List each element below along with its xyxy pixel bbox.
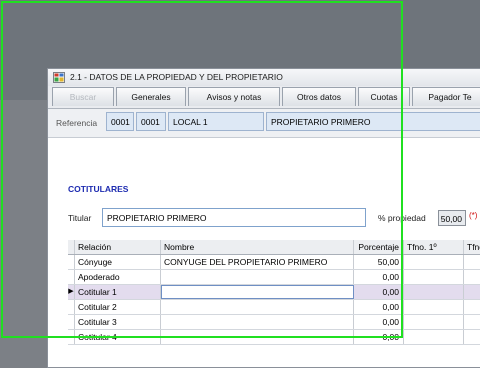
tab-bar: Buscar Generales Avisos y notas Otros da…	[48, 86, 480, 109]
row-marker	[68, 270, 75, 284]
column-header-nombre[interactable]: Nombre	[161, 240, 354, 254]
row-marker-header	[68, 240, 75, 254]
tab-otros-datos[interactable]: Otros datos	[282, 87, 356, 106]
cell-telefono-2[interactable]	[464, 255, 480, 269]
table-row[interactable]: Cotitular 2 0,00	[68, 300, 480, 315]
cell-porcentaje[interactable]: 0,00	[354, 285, 404, 299]
table-row[interactable]: Cotitular 3 0,00	[68, 315, 480, 330]
title-bar: 2.1 - DATOS DE LA PROPIEDAD Y DEL PROPIE…	[48, 69, 480, 87]
reference-owner[interactable]: PROPIETARIO PRIMERO	[266, 112, 480, 131]
current-row-arrow-icon: ▶	[68, 285, 75, 299]
cell-nombre-editing[interactable]	[161, 285, 354, 299]
cell-telefono-2[interactable]	[464, 270, 480, 284]
row-marker	[68, 255, 75, 269]
cell-telefono-1[interactable]	[404, 255, 464, 269]
tab-generales[interactable]: Generales	[116, 87, 186, 106]
cell-telefono-1[interactable]	[404, 270, 464, 284]
tab-cuotas[interactable]: Cuotas	[358, 87, 410, 106]
cell-nombre[interactable]	[161, 330, 354, 344]
ownership-percent-field[interactable]: 50,00	[438, 210, 466, 226]
cell-porcentaje[interactable]: 0,00	[354, 315, 404, 329]
cell-nombre[interactable]: CONYUGE DEL PROPIETARIO PRIMERO	[161, 255, 354, 269]
cell-telefono-2[interactable]	[464, 300, 480, 314]
cell-relacion[interactable]: Cónyuge	[75, 255, 161, 269]
row-marker	[68, 300, 75, 314]
cell-telefono-2[interactable]	[464, 315, 480, 329]
cell-relacion[interactable]: Cotitular 2	[75, 300, 161, 314]
table-row[interactable]: Apoderado 0,00	[68, 270, 480, 285]
row-marker	[68, 315, 75, 329]
cell-porcentaje[interactable]: 50,00	[354, 255, 404, 269]
window-title: 2.1 - DATOS DE LA PROPIEDAD Y DEL PROPIE…	[70, 72, 283, 82]
cell-relacion[interactable]: Apoderado	[75, 270, 161, 284]
cell-nombre[interactable]	[161, 315, 354, 329]
reference-code-1[interactable]: 0001	[106, 112, 134, 131]
cell-porcentaje[interactable]: 0,00	[354, 330, 404, 344]
cell-relacion[interactable]: Cotitular 4	[75, 330, 161, 344]
reference-bar: Referencia 0001 0001 LOCAL 1 PROPIETARIO…	[48, 109, 480, 138]
cell-telefono-1[interactable]	[404, 330, 464, 344]
property-owner-window: 2.1 - DATOS DE LA PROPIEDAD Y DEL PROPIE…	[47, 68, 480, 368]
section-title-cotitulares: COTITULARES	[68, 184, 129, 194]
ownership-percent-label: % propiedad	[378, 213, 426, 223]
column-header-relacion[interactable]: Relación	[75, 240, 161, 254]
tab-buscar: Buscar	[52, 87, 114, 106]
table-row[interactable]: Cotitular 4 0,00	[68, 330, 480, 345]
reference-property[interactable]: LOCAL 1	[168, 112, 264, 131]
row-marker	[68, 330, 75, 344]
column-header-telefono-1[interactable]: Tfno. 1º	[404, 240, 464, 254]
column-header-porcentaje[interactable]: Porcentaje	[354, 240, 404, 254]
table-row[interactable]: Cónyuge CONYUGE DEL PROPIETARIO PRIMERO …	[68, 255, 480, 270]
cell-telefono-2[interactable]	[464, 285, 480, 299]
cell-porcentaje[interactable]: 0,00	[354, 270, 404, 284]
cell-nombre[interactable]	[161, 270, 354, 284]
cell-nombre[interactable]	[161, 300, 354, 314]
grid-header-row: Relación Nombre Porcentaje Tfno. 1º Tfno	[68, 240, 480, 255]
cotitulares-grid: Relación Nombre Porcentaje Tfno. 1º Tfno…	[68, 240, 480, 345]
cell-telefono-1[interactable]	[404, 300, 464, 314]
column-header-telefono-2[interactable]: Tfno	[464, 240, 480, 254]
tab-avisos-notas[interactable]: Avisos y notas	[188, 87, 280, 106]
titular-label: Titular	[68, 213, 92, 223]
required-mark: (*)	[469, 211, 478, 220]
cell-relacion[interactable]: Cotitular 1	[75, 285, 161, 299]
tab-pagador[interactable]: Pagador Te	[412, 87, 480, 106]
titular-field[interactable]: PROPIETARIO PRIMERO	[102, 208, 366, 227]
cell-telefono-1[interactable]	[404, 315, 464, 329]
reference-label: Referencia	[56, 118, 98, 128]
cell-telefono-1[interactable]	[404, 285, 464, 299]
reference-code-2[interactable]: 0001	[136, 112, 166, 131]
table-row-selected[interactable]: ▶ Cotitular 1 0,00	[68, 285, 480, 300]
cell-relacion[interactable]: Cotitular 3	[75, 315, 161, 329]
app-window-icon	[53, 72, 65, 83]
cell-porcentaje[interactable]: 0,00	[354, 300, 404, 314]
cell-telefono-2[interactable]	[464, 330, 480, 344]
